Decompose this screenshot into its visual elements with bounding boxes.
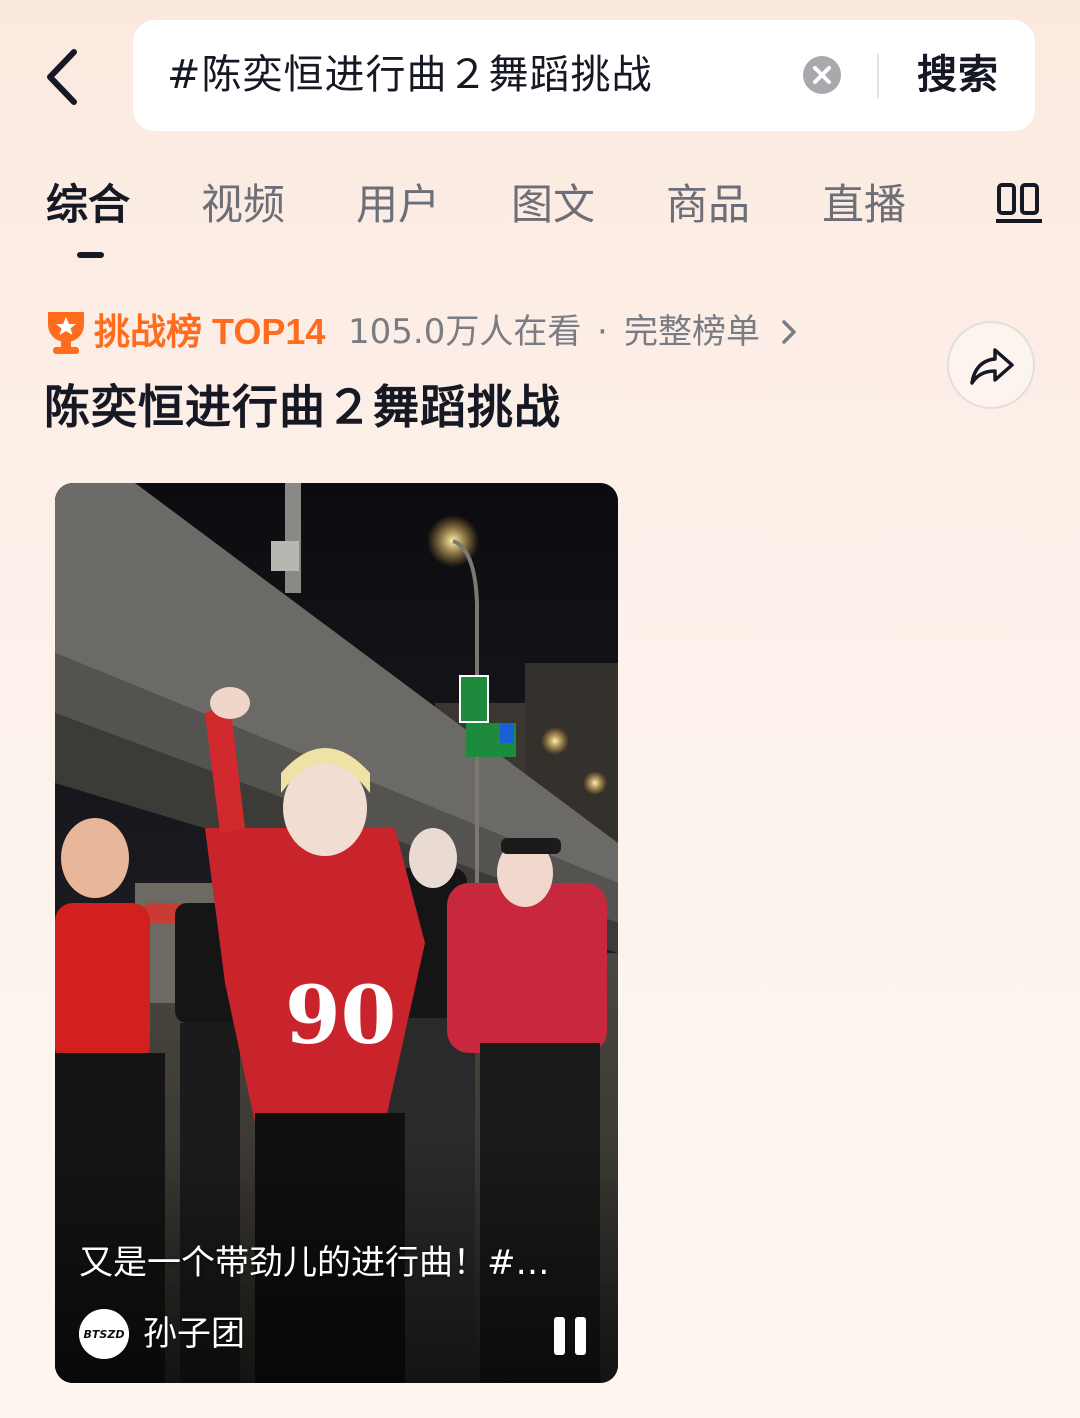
author-name[interactable]: 孙子团 xyxy=(143,1309,245,1359)
full-list-link[interactable]: 完整榜单 xyxy=(624,306,760,358)
filter-icon xyxy=(995,183,1043,223)
pause-icon xyxy=(575,1317,586,1355)
video-card[interactable]: 90 又是一个带劲儿的进行曲！#… BTSZD 孙子团 xyxy=(55,483,618,1383)
avatar-logo-text: BTSZD xyxy=(84,1328,125,1341)
pause-icon xyxy=(554,1317,565,1355)
search-button[interactable]: 搜索 xyxy=(903,20,1013,131)
back-button[interactable] xyxy=(38,42,98,112)
search-divider xyxy=(877,54,879,98)
filter-button[interactable] xyxy=(995,182,1043,224)
chevron-right-icon xyxy=(782,320,796,344)
video-caption: 又是一个带劲儿的进行曲！#… xyxy=(79,1243,550,1283)
search-input[interactable]: #陈奕恒进行曲２舞蹈挑战 xyxy=(167,20,653,131)
challenge-rank-row[interactable]: 挑战榜 TOP14 105.0万人在看 · 完整榜单 xyxy=(44,306,944,358)
separator-dot: · xyxy=(597,312,608,352)
avatar[interactable]: BTSZD xyxy=(79,1309,129,1359)
share-button[interactable] xyxy=(947,321,1035,409)
clear-search-button[interactable] xyxy=(802,55,842,95)
tab-image-text[interactable]: 图文 xyxy=(511,170,595,240)
viewer-count: 105.0万人在看 xyxy=(348,312,582,352)
tab-video[interactable]: 视频 xyxy=(201,170,285,240)
search-bar: #陈奕恒进行曲２舞蹈挑战 搜索 xyxy=(133,20,1035,131)
svg-text:90: 90 xyxy=(285,968,396,1062)
tab-products[interactable]: 商品 xyxy=(666,170,750,240)
challenge-title: 陈奕恒进行曲２舞蹈挑战 xyxy=(44,380,561,434)
active-tab-indicator xyxy=(77,252,104,258)
tab-live[interactable]: 直播 xyxy=(822,170,906,240)
tab-users[interactable]: 用户 xyxy=(356,170,440,240)
pause-button[interactable] xyxy=(552,1317,588,1355)
trophy-icon xyxy=(48,312,84,354)
tab-comprehensive[interactable]: 综合 xyxy=(46,170,130,240)
share-icon xyxy=(970,348,1014,385)
chevron-left-icon xyxy=(47,49,77,105)
challenge-rank-label: 挑战榜 TOP14 xyxy=(94,311,326,352)
clear-icon xyxy=(803,56,841,94)
search-tabs: 综合 视频 用户 图文 商品 直播 xyxy=(0,170,1080,260)
